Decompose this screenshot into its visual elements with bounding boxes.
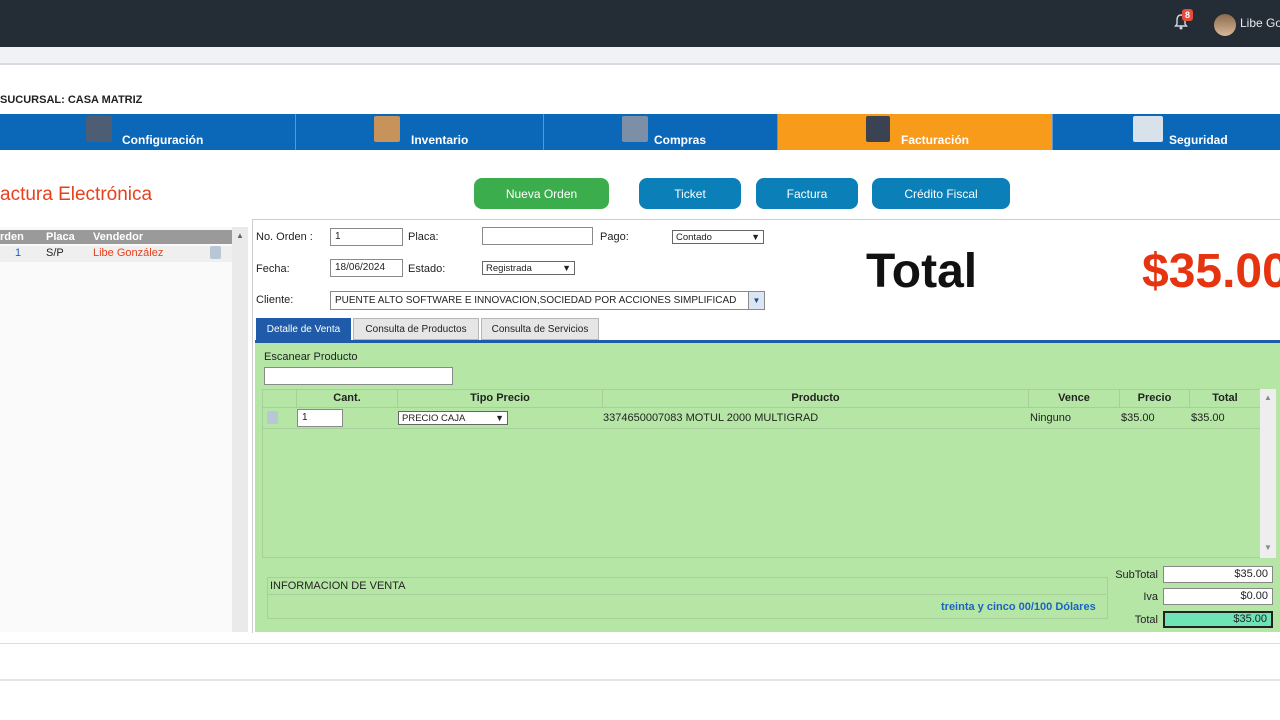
- seller-name: Libe González: [93, 247, 164, 259]
- invoice-button[interactable]: Factura: [756, 178, 858, 209]
- scrollbar-track: [232, 227, 248, 632]
- payment-select[interactable]: Contado ▼: [672, 230, 764, 244]
- amount-in-words: treinta y cinco 00/100 Dólares: [941, 601, 1096, 613]
- orders-header: rden Placa Vendedor: [0, 230, 232, 244]
- main-menu: Configuración Inventario Compras Factura…: [0, 114, 1280, 150]
- menu-inventario[interactable]: Inventario: [296, 114, 544, 150]
- user-name[interactable]: Libe Go: [1240, 16, 1280, 30]
- menu-label: Compras: [654, 133, 707, 147]
- date-input[interactable]: 18/06/2024: [330, 259, 403, 277]
- footer-bar: [0, 679, 1280, 681]
- cabinet-icon: [86, 116, 112, 142]
- menu-seguridad[interactable]: Seguridad: [1053, 114, 1280, 150]
- table-row-divider: [262, 428, 1260, 429]
- top-navbar: [0, 0, 1280, 47]
- orders-scrollbar[interactable]: ▲: [232, 227, 248, 632]
- subtotal-field[interactable]: $35.00: [1163, 566, 1273, 583]
- client-combobox[interactable]: PUENTE ALTO SOFTWARE E INNOVACION,SOCIED…: [330, 291, 765, 310]
- scan-input[interactable]: [264, 367, 453, 385]
- navbar-divider: [0, 47, 1280, 65]
- column-header-product: Producto: [602, 390, 1028, 407]
- scroll-down-icon[interactable]: ▼: [1264, 543, 1272, 552]
- tax-label: Iva: [1143, 591, 1158, 603]
- security-panel-icon: [1133, 116, 1163, 142]
- chevron-down-icon[interactable]: ▼: [748, 292, 764, 309]
- items-scrollbar[interactable]: ▲ ▼: [1260, 389, 1276, 558]
- price-cell: $35.00: [1121, 412, 1155, 424]
- price-type-value: PRECIO CAJA: [402, 413, 466, 424]
- total-amount: $35.00: [1142, 245, 1280, 298]
- orders-panel: [0, 227, 248, 632]
- menu-facturacion[interactable]: Facturación: [778, 114, 1053, 150]
- menu-label: Configuración: [122, 133, 204, 147]
- chevron-down-icon: ▼: [495, 413, 504, 423]
- payment-label: Pago:: [600, 231, 629, 243]
- product-cell: 3374650007083 MOTUL 2000 MULTIGRAD: [603, 412, 819, 424]
- grand-total-field[interactable]: $35.00: [1163, 611, 1273, 628]
- column-header-price-type: Tipo Precio: [397, 390, 602, 407]
- total-label: Total: [866, 245, 978, 298]
- branch-label: SUCURSAL: CASA MATRIZ: [0, 94, 143, 106]
- plate-input[interactable]: [482, 227, 593, 245]
- menu-compras[interactable]: Compras: [544, 114, 778, 150]
- order-label: No. Orden :: [256, 231, 313, 243]
- qty-input[interactable]: 1: [297, 409, 343, 427]
- tab-product-lookup[interactable]: Consulta de Productos: [353, 318, 479, 340]
- edit-icon[interactable]: [210, 246, 221, 259]
- tab-sale-detail[interactable]: Detalle de Venta: [256, 318, 351, 340]
- scroll-up-icon[interactable]: ▲: [1264, 393, 1272, 402]
- column-header-order: rden: [0, 231, 24, 243]
- expires-cell: Ninguno: [1030, 412, 1071, 424]
- status-value: Registrada: [486, 263, 532, 274]
- chevron-down-icon: ▼: [562, 263, 571, 273]
- box-icon: [374, 116, 400, 142]
- info-divider: [267, 594, 1106, 595]
- scan-label: Escanear Producto: [264, 351, 358, 363]
- tab-service-lookup[interactable]: Consulta de Servicios: [481, 318, 599, 340]
- payment-value: Contado: [676, 232, 712, 243]
- client-label: Cliente:: [256, 294, 294, 306]
- order-number: 1: [15, 247, 22, 259]
- page-title: actura Electrónica: [0, 184, 153, 205]
- column-header-seller: Vendedor: [93, 231, 144, 243]
- sale-info-title: INFORMACION DE VENTA: [270, 580, 406, 592]
- chevron-down-icon: ▼: [751, 232, 760, 242]
- order-input[interactable]: 1: [330, 228, 403, 246]
- table-row[interactable]: 1 S/P Libe González: [0, 246, 232, 262]
- plate-value: S/P: [46, 247, 64, 259]
- new-order-button[interactable]: Nueva Orden: [474, 178, 609, 209]
- row-total-cell: $35.00: [1191, 412, 1225, 424]
- user-avatar[interactable]: [1214, 14, 1236, 36]
- menu-label: Facturación: [901, 133, 970, 147]
- status-label: Estado:: [408, 263, 446, 275]
- ticket-button[interactable]: Ticket: [639, 178, 741, 209]
- price-type-select[interactable]: PRECIO CAJA ▼: [398, 411, 508, 425]
- footer-divider: [0, 643, 1280, 644]
- plate-label: Placa:: [408, 231, 439, 243]
- menu-label: Inventario: [411, 133, 469, 147]
- shopping-cart-icon: [622, 116, 648, 142]
- date-label: Fecha:: [256, 263, 290, 275]
- column-header-qty: Cant.: [296, 390, 397, 407]
- scroll-up-icon[interactable]: ▲: [236, 231, 244, 240]
- subtotal-label: SubTotal: [1115, 569, 1158, 581]
- column-header-expires: Vence: [1028, 390, 1119, 407]
- client-value: PUENTE ALTO SOFTWARE E INNOVACION,SOCIED…: [335, 295, 737, 306]
- fiscal-credit-button[interactable]: Crédito Fiscal: [872, 178, 1010, 209]
- column-header-plate: Placa: [46, 231, 75, 243]
- grand-total-label: Total: [1134, 614, 1158, 626]
- column-header-total: Total: [1189, 390, 1260, 407]
- status-select[interactable]: Registrada ▼: [482, 261, 575, 275]
- notification-badge: 8: [1182, 9, 1194, 21]
- menu-configuracion[interactable]: Configuración: [0, 114, 296, 150]
- remove-item-icon[interactable]: [267, 411, 278, 424]
- column-header-price: Precio: [1119, 390, 1189, 407]
- tax-field[interactable]: $0.00: [1163, 588, 1273, 605]
- menu-label: Seguridad: [1169, 133, 1228, 147]
- pos-terminal-icon: [866, 116, 890, 142]
